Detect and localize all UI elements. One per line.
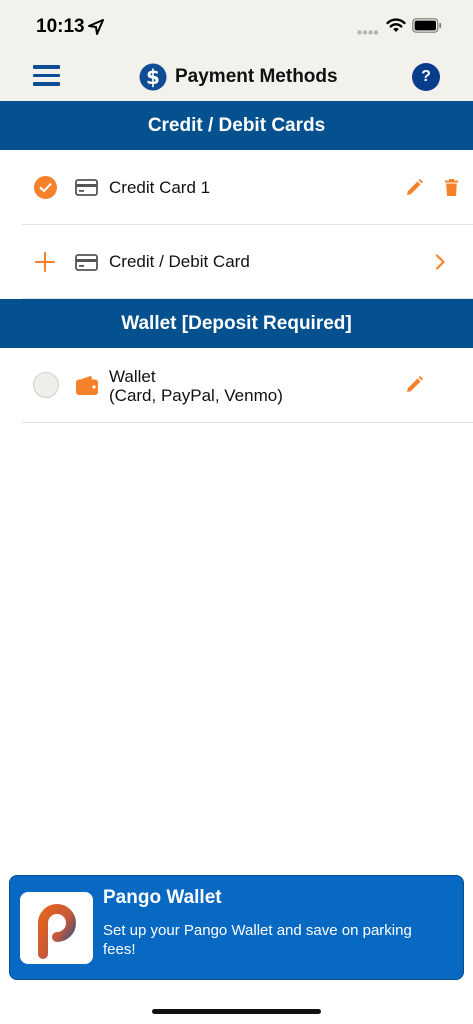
status-time: 10:13 [36, 16, 85, 37]
signal-icon [357, 30, 379, 35]
menu-icon-bar [33, 65, 60, 69]
dollar-logo-icon: $ [139, 63, 167, 91]
location-arrow-icon [88, 19, 104, 35]
wallet-label-line1: Wallet [109, 367, 156, 386]
battery-icon [412, 18, 442, 33]
pencil-icon[interactable] [406, 376, 423, 393]
add-card-row[interactable]: Credit / Debit Card [22, 225, 473, 299]
selected-check-icon[interactable] [34, 176, 57, 199]
trash-icon[interactable] [445, 179, 458, 196]
page-title: Payment Methods [175, 66, 338, 87]
pango-logo-icon [38, 904, 76, 959]
section-header-wallet: Wallet [Deposit Required] [0, 299, 473, 348]
wallet-label: Wallet (Card, PayPal, Venmo) [109, 367, 283, 405]
pango-wallet-banner[interactable]: Pango Wallet Set up your Pango Wallet an… [9, 875, 464, 980]
menu-icon-bar [33, 82, 60, 86]
check-icon [39, 183, 52, 192]
top-bar: 10:13 $ Payment Methods ? [0, 0, 473, 101]
wifi-icon [386, 18, 406, 32]
banner-text: Set up your Pango Wallet and save on par… [103, 922, 412, 958]
menu-button[interactable] [33, 65, 60, 87]
banner-title: Pango Wallet [103, 887, 222, 908]
pencil-icon[interactable] [406, 179, 423, 196]
wallet-row[interactable]: Wallet (Card, PayPal, Venmo) [22, 348, 473, 423]
menu-icon-bar [33, 73, 60, 77]
header-title-group: $ Payment Methods [139, 62, 338, 92]
payment-methods-screen: 10:13 $ Payment Methods ? Credit / Debit… [0, 0, 473, 1024]
help-button[interactable]: ? [412, 63, 440, 91]
wallet-icon [76, 375, 98, 395]
saved-card-label: Credit Card 1 [109, 178, 211, 197]
chevron-right-icon [435, 254, 445, 270]
pango-logo [20, 892, 93, 964]
section-header-cards: Credit / Debit Cards [0, 101, 473, 150]
credit-card-icon [75, 179, 98, 196]
wallet-label-line2: (Card, PayPal, Venmo) [109, 386, 283, 405]
svg-text:$: $ [146, 65, 160, 89]
wallet-radio[interactable] [33, 372, 59, 398]
add-card-label: Credit / Debit Card [109, 252, 250, 271]
plus-icon [35, 252, 55, 272]
home-indicator [152, 1009, 321, 1014]
credit-card-icon [75, 254, 98, 271]
saved-card-row[interactable]: Credit Card 1 [22, 150, 473, 225]
